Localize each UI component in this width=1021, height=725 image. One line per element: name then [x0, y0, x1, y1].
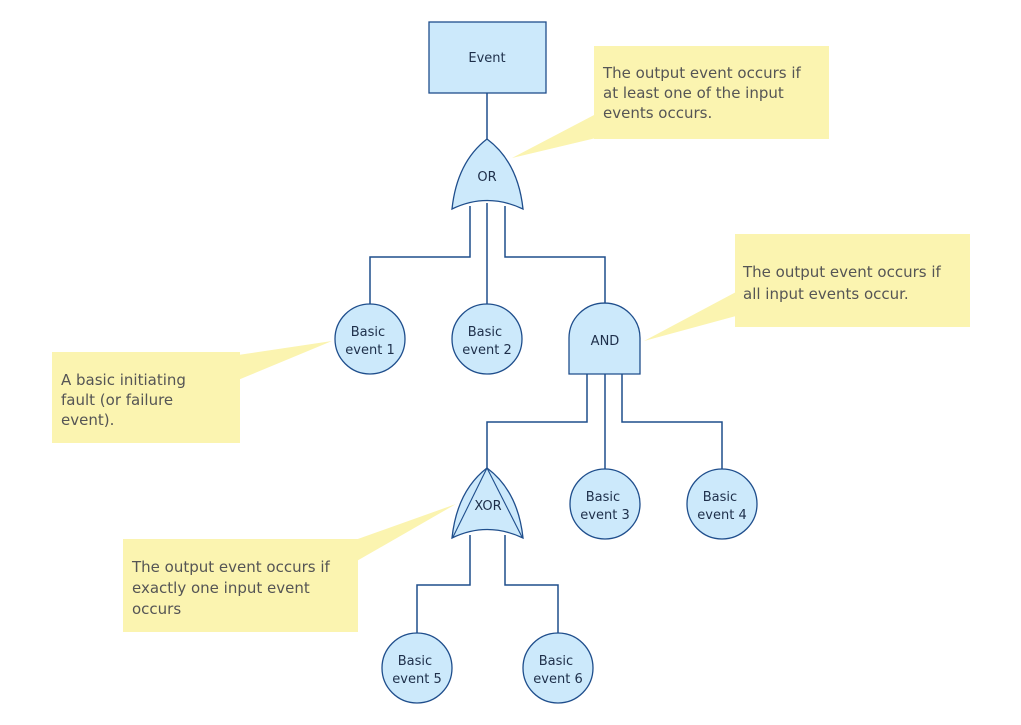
and-gate-label: AND: [591, 334, 620, 349]
basic-event-5[interactable]: Basic event 5: [381, 632, 453, 704]
basic-event-2[interactable]: Basic event 2: [451, 303, 523, 375]
callout-basic-line-1: A basic initiating: [61, 371, 186, 389]
callout-and-line-1: The output event occurs if: [742, 263, 941, 281]
callout-or-line-3: events occurs.: [603, 104, 712, 122]
basic-event-6-line-2: event 6: [533, 672, 582, 687]
callout-basic-line-2: fault (or failure: [61, 391, 173, 409]
basic-event-5-line-2: event 5: [392, 672, 441, 687]
basic-event-1[interactable]: Basic event 1: [334, 303, 406, 375]
fault-tree-diagram: The output event occurs if at least one …: [52, 21, 970, 704]
callout-or: The output event occurs if at least one …: [512, 46, 829, 158]
edge-xor-basic6: [504, 535, 559, 633]
basic-event-4[interactable]: Basic event 4: [686, 468, 758, 540]
basic-event-3-line-1: Basic: [586, 490, 620, 505]
basic-event-4-line-1: Basic: [703, 490, 737, 505]
basic-event-3[interactable]: Basic event 3: [569, 468, 641, 540]
edge-and-basic4: [621, 374, 723, 469]
basic-event-2-line-1: Basic: [468, 325, 502, 340]
callout-or-pointer: [512, 114, 596, 158]
basic-event-5-line-1: Basic: [398, 654, 432, 669]
edge-and-xor: [486, 374, 588, 469]
callout-or-line-2: at least one of the input: [603, 84, 784, 102]
xor-gate-label: XOR: [474, 499, 501, 514]
basic-event-4-line-2: event 4: [697, 508, 746, 523]
callout-xor-line-1: The output event occurs if: [131, 558, 330, 576]
or-gate[interactable]: OR: [451, 138, 524, 211]
callout-xor-line-2: exactly one input event: [132, 579, 310, 597]
basic-event-3-line-2: event 3: [580, 508, 629, 523]
basic-event-1-line-1: Basic: [351, 325, 385, 340]
or-gate-label: OR: [477, 170, 496, 185]
callout-and: The output event occurs if all input eve…: [644, 234, 970, 341]
callout-basic-line-3: event).: [61, 411, 114, 429]
edge-or-basic1: [369, 206, 471, 304]
basic-event-6[interactable]: Basic event 6: [522, 632, 594, 704]
callout-and-pointer: [644, 292, 736, 341]
basic-event-6-line-1: Basic: [539, 654, 573, 669]
and-gate[interactable]: AND: [568, 302, 641, 375]
top-event-label: Event: [468, 51, 505, 66]
edge-or-and: [504, 206, 606, 304]
callout-basic: A basic initiating fault (or failure eve…: [52, 341, 332, 443]
top-event[interactable]: Event: [428, 21, 547, 94]
connectors: [369, 93, 723, 633]
edge-xor-basic5: [416, 535, 471, 633]
callout-xor-line-3: occurs: [132, 600, 181, 618]
callout-xor: The output event occurs if exactly one i…: [123, 504, 456, 632]
basic-event-1-line-2: event 1: [345, 343, 394, 358]
callout-basic-pointer: [238, 341, 332, 380]
callout-or-line-1: The output event occurs if: [602, 64, 801, 82]
callout-and-line-2: all input events occur.: [743, 285, 909, 303]
basic-event-2-line-2: event 2: [462, 343, 511, 358]
xor-gate[interactable]: XOR: [451, 467, 524, 540]
callout-xor-pointer: [355, 504, 456, 562]
